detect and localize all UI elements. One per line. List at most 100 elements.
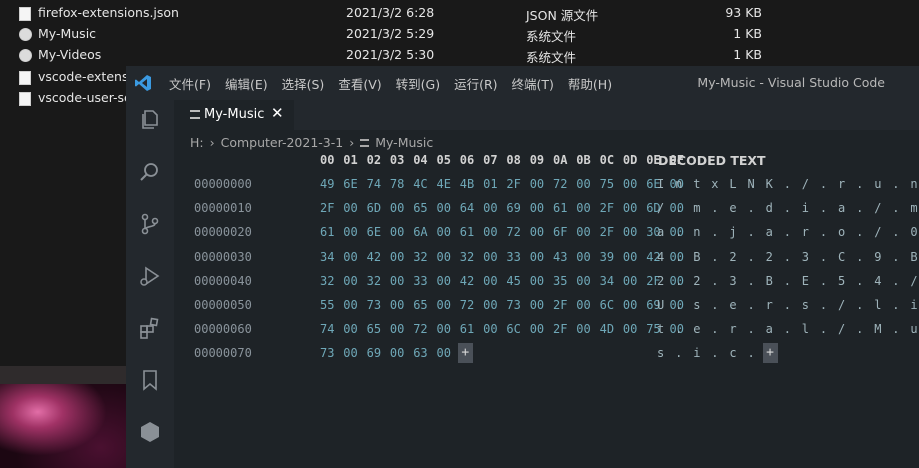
decoded-char[interactable]: 2	[766, 250, 773, 264]
hex-byte[interactable]: 69	[367, 346, 381, 360]
decoded-char[interactable]: .	[856, 274, 863, 288]
hex-byte[interactable]: 39	[600, 250, 614, 264]
hex-byte[interactable]: 35	[553, 274, 567, 288]
hex-byte[interactable]: 49	[320, 177, 334, 191]
decoded-char[interactable]: .	[820, 250, 827, 264]
hex-byte[interactable]: 2F	[506, 177, 520, 191]
decoded-char[interactable]: .	[892, 322, 899, 336]
hex-byte[interactable]: 32	[367, 274, 381, 288]
decoded-char[interactable]: .	[748, 274, 755, 288]
decoded-char[interactable]: s	[802, 298, 809, 312]
decoded-char[interactable]: .	[820, 322, 827, 336]
hex-byte[interactable]: 00	[390, 274, 404, 288]
file-row[interactable]: My-Videos 2021/3/2 5:30 系统文件 1 KB	[0, 45, 919, 66]
decoded-char[interactable]: .	[711, 298, 718, 312]
decoded-char[interactable]: B	[693, 250, 700, 264]
decoded-char[interactable]: .	[748, 346, 755, 360]
hex-byte[interactable]: 00	[530, 225, 544, 239]
decoded-char[interactable]: .	[892, 250, 899, 264]
hex-byte[interactable]: 00	[483, 298, 497, 312]
decoded-char[interactable]: .	[711, 250, 718, 264]
hex-byte[interactable]: 45	[506, 274, 520, 288]
decoded-char[interactable]: j	[729, 225, 736, 239]
hex-byte[interactable]: 00	[623, 225, 637, 239]
decoded-char[interactable]: .	[784, 298, 791, 312]
decoded-char[interactable]: .	[675, 298, 682, 312]
hex-byte[interactable]: 2F	[600, 225, 614, 239]
decoded-char[interactable]: .	[784, 250, 791, 264]
hex-byte[interactable]: 00	[437, 201, 451, 215]
hex-byte[interactable]: 34	[320, 250, 334, 264]
hex-byte[interactable]: 2F	[320, 201, 334, 215]
hex-byte[interactable]: 00	[390, 225, 404, 239]
hex-byte[interactable]: 2F	[553, 298, 567, 312]
decoded-char[interactable]: x	[711, 177, 718, 191]
add-char-button[interactable]: +	[762, 343, 778, 364]
decoded-char[interactable]: .	[784, 225, 791, 239]
hex-byte[interactable]: 00	[530, 250, 544, 264]
hex-byte[interactable]: 00	[343, 346, 357, 360]
menu-item[interactable]: 帮助(H)	[568, 74, 612, 93]
hex-byte[interactable]: 78	[390, 177, 404, 191]
menu-item[interactable]: 查看(V)	[338, 74, 381, 93]
hex-byte[interactable]: 72	[553, 177, 567, 191]
decoded-char[interactable]: .	[892, 298, 899, 312]
decoded-char[interactable]: u	[874, 177, 881, 191]
hex-byte[interactable]: 00	[390, 322, 404, 336]
decoded-char[interactable]: C	[838, 250, 845, 264]
hex-byte[interactable]: 00	[390, 298, 404, 312]
decoded-char[interactable]: t	[693, 177, 700, 191]
hex-byte[interactable]: 00	[623, 322, 637, 336]
hex-byte[interactable]: 4E	[437, 177, 451, 191]
decoded-char[interactable]: 9	[874, 250, 881, 264]
hex-byte[interactable]: 00	[576, 298, 590, 312]
decoded-char[interactable]: .	[856, 177, 863, 191]
hex-byte[interactable]: 00	[437, 346, 451, 360]
hex-byte[interactable]: 00	[437, 250, 451, 264]
decoded-char[interactable]: .	[856, 225, 863, 239]
decoded-char[interactable]: .	[675, 322, 682, 336]
decoded-char[interactable]: .	[820, 274, 827, 288]
hex-byte[interactable]: 65	[413, 298, 427, 312]
decoded-char[interactable]: .	[675, 346, 682, 360]
hex-byte[interactable]: 00	[623, 274, 637, 288]
decoded-char[interactable]: a	[838, 201, 845, 215]
hex-byte[interactable]: 32	[320, 274, 334, 288]
hex-byte[interactable]: 00	[343, 225, 357, 239]
hex-byte[interactable]: 65	[413, 201, 427, 215]
hex-byte[interactable]: 00	[390, 346, 404, 360]
decoded-char[interactable]: .	[892, 274, 899, 288]
hex-byte[interactable]: 75	[600, 177, 614, 191]
hex-byte[interactable]: 4C	[413, 177, 427, 191]
hex-byte[interactable]: 4B	[460, 177, 474, 191]
decoded-char[interactable]: K	[766, 177, 773, 191]
decoded-char[interactable]: .	[675, 274, 682, 288]
hex-byte[interactable]: 00	[623, 250, 637, 264]
hex-byte[interactable]: 6C	[600, 298, 614, 312]
decoded-char[interactable]: n	[675, 177, 682, 191]
hex-byte[interactable]: 6D	[367, 201, 381, 215]
hex-byte[interactable]: 00	[437, 225, 451, 239]
hex-byte[interactable]: 32	[413, 250, 427, 264]
decoded-char[interactable]: c	[729, 346, 736, 360]
hex-byte[interactable]: 6E	[343, 177, 357, 191]
hex-byte[interactable]: 00	[623, 201, 637, 215]
hex-byte[interactable]: 00	[390, 201, 404, 215]
hex-byte[interactable]: 73	[367, 298, 381, 312]
decoded-char[interactable]: i	[693, 346, 700, 360]
decoded-char[interactable]: 4	[874, 274, 881, 288]
decoded-char[interactable]: .	[711, 346, 718, 360]
hex-byte[interactable]: 43	[553, 250, 567, 264]
hex-byte[interactable]: 42	[367, 250, 381, 264]
search-icon[interactable]	[138, 160, 162, 184]
decoded-char[interactable]: .	[748, 322, 755, 336]
decoded-char[interactable]: a	[766, 322, 773, 336]
decoded-char[interactable]: .	[748, 201, 755, 215]
decoded-char[interactable]: e	[729, 298, 736, 312]
decoded-char[interactable]: r	[729, 322, 736, 336]
hex-byte[interactable]: 00	[483, 274, 497, 288]
hex-byte[interactable]: 00	[576, 225, 590, 239]
decoded-char[interactable]: 5	[838, 274, 845, 288]
hex-byte[interactable]: 00	[483, 225, 497, 239]
bookmark-icon[interactable]	[138, 368, 162, 392]
